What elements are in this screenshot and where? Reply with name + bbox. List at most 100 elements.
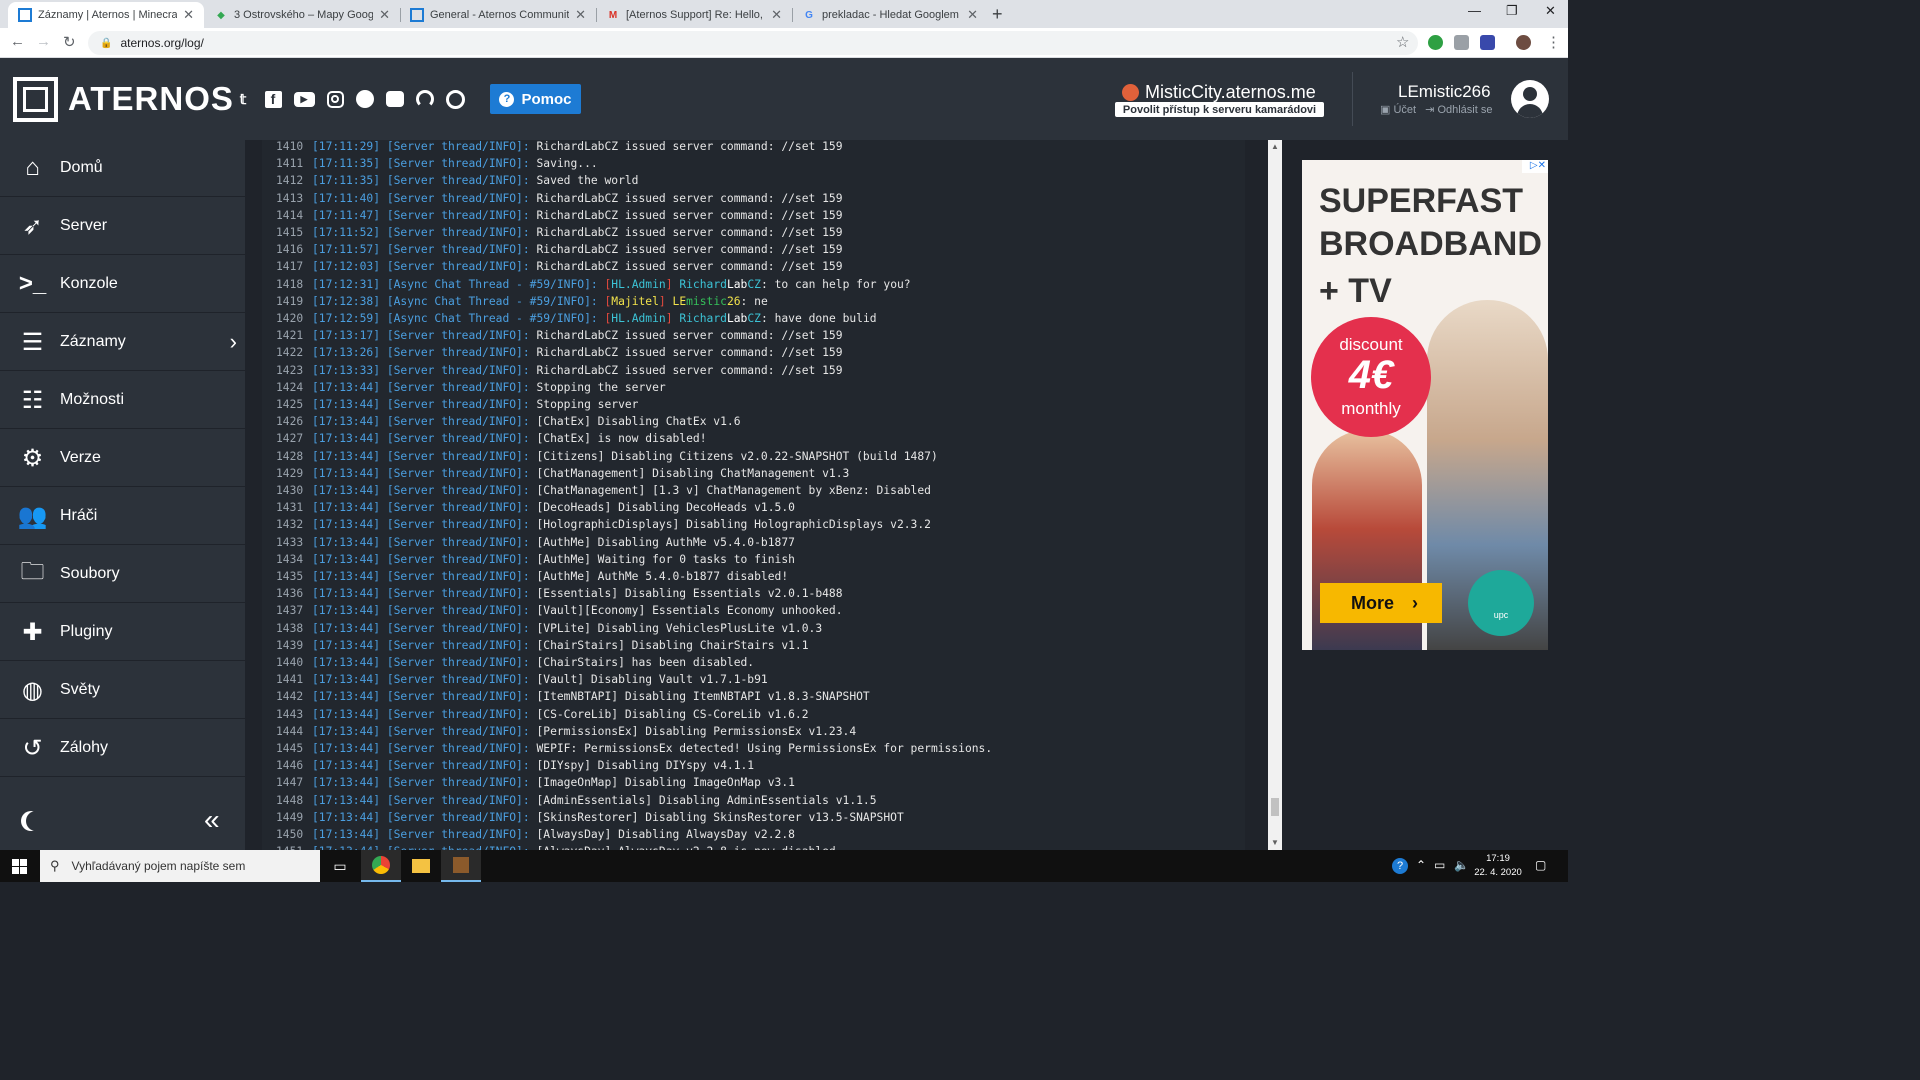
log-line: 1449 [17:13:44] [Server thread/INFO]: [Sk… [262, 809, 1245, 826]
sidebar-item-logs[interactable]: ☰ Záznamy › [0, 314, 245, 371]
log-thread: [Server thread/INFO]: [386, 707, 537, 721]
log-scrollbar[interactable]: ▲ ▼ [1268, 140, 1282, 850]
network-icon[interactable]: ▭ [1434, 858, 1445, 872]
forward-icon[interactable]: → [36, 33, 51, 50]
log-line: 1441 [17:13:44] [Server thread/INFO]: [Va… [262, 671, 1245, 688]
log-text: [HolographicDisplays] Disabling Holograp… [536, 518, 931, 532]
log-timestamp: [17:13:44] [312, 604, 387, 618]
log-line-number: 1443 [276, 707, 304, 721]
facebook-icon[interactable]: f [262, 88, 284, 110]
log-message: [17:11:52] [Server thread/INFO]: Richard… [312, 224, 843, 241]
browser-tab[interactable]: ◆ 3 Ostrovského – Mapy Google ✕ [204, 2, 400, 28]
log-timestamp: [17:12:59] [312, 312, 387, 325]
log-text: [ImageOnMap] Disabling ImageOnMap v3.1 [536, 776, 795, 790]
file-explorer-icon[interactable] [401, 850, 441, 882]
reddit-icon[interactable] [354, 88, 376, 110]
sidebar-item-options[interactable]: ☷ Možnosti [0, 372, 245, 429]
chevron-up-icon[interactable]: ⌃ [1416, 858, 1426, 872]
chat-segment: Richard [672, 312, 727, 325]
sidebar-item-players[interactable]: 👥 Hráči [0, 488, 245, 545]
sidebar-item-worlds[interactable]: ◍ Světy [0, 662, 245, 719]
close-icon[interactable]: ✕ [575, 7, 586, 23]
menu-icon[interactable]: ⋮ [1546, 33, 1561, 51]
sidebar-item-plugins[interactable]: ✚ Pluginy [0, 604, 245, 661]
instagram-icon[interactable] [324, 88, 346, 110]
gmail-icon: M [608, 9, 618, 21]
extension-icon[interactable] [1480, 35, 1495, 50]
extension-icon[interactable] [1454, 35, 1469, 50]
scroll-up-icon[interactable]: ▲ [1271, 142, 1279, 151]
help-button[interactable]: ? Pomoc [490, 84, 581, 114]
log-line: 1443 [17:13:44] [Server thread/INFO]: [CS… [262, 706, 1245, 723]
log-timestamp: [17:13:44] [312, 742, 387, 755]
log-line-number: 1422 [276, 346, 304, 360]
restore-button[interactable]: ❐ [1506, 3, 1518, 19]
sidebar-item-home[interactable]: ⌂ Domů [0, 140, 245, 197]
twitter-icon[interactable]: 𝕥 [232, 88, 254, 110]
back-icon[interactable]: ← [10, 33, 25, 50]
scroll-down-icon[interactable]: ▼ [1271, 838, 1279, 847]
log-line: 1438 [17:13:44] [Server thread/INFO]: [VP… [262, 620, 1245, 637]
windows-start-icon[interactable] [12, 859, 27, 874]
log-line: 1413 [17:11:40] [Server thread/INFO]: Ric… [262, 190, 1245, 207]
log-message: [17:12:38] [Async Chat Thread - #59/INFO… [312, 293, 768, 310]
minimize-button[interactable]: — [1468, 3, 1481, 18]
server-address[interactable]: MisticCity.aternos.me [1122, 82, 1316, 103]
sidebar-item-console[interactable]: >_ Konzole [0, 256, 245, 313]
sidebar-item-server[interactable]: ➶ Server [0, 198, 245, 255]
log-message: [17:13:44] [Server thread/INFO]: [Essent… [312, 585, 843, 602]
moon-icon[interactable] [26, 811, 46, 831]
scroll-thumb[interactable] [1271, 798, 1279, 816]
log-line: 1444 [17:13:44] [Server thread/INFO]: [Pe… [262, 723, 1245, 740]
browser-tab[interactable]: M [Aternos Support] Re: Hello, my ✕ [596, 2, 792, 28]
log-text: RichardLabCZ issued server command: //se… [536, 346, 843, 360]
close-icon[interactable]: ✕ [771, 7, 782, 23]
extension-icon[interactable] [1428, 35, 1443, 50]
friend-access-button[interactable]: Povolit přístup k serveru kamarádovi [1115, 102, 1324, 117]
bookmark-star-icon[interactable]: ☆ [1396, 33, 1409, 51]
sidebar-item-backups[interactable]: ↺ Zálohy [0, 720, 245, 777]
url-input[interactable]: 🔒 aternos.org/log/ [88, 31, 1418, 55]
log-line-number: 1418 [276, 277, 304, 291]
log-timestamp: [17:13:44] [312, 570, 387, 583]
youtube-icon[interactable]: ▶ [293, 88, 315, 110]
taskbar-search-input[interactable]: ⚲ Vyhľadávaný pojem napíšte sem [40, 850, 320, 882]
logout-link[interactable]: Odhlásit se [1437, 104, 1492, 116]
sidebar-item-versions[interactable]: ⚙ Verze [0, 430, 245, 487]
headset-icon[interactable] [414, 88, 436, 110]
log-text: RichardLabCZ issued server command: //se… [536, 191, 843, 205]
task-view-icon[interactable]: ▭ [320, 850, 360, 882]
close-icon[interactable]: ✕ [967, 7, 978, 23]
log-thread: [Server thread/INFO]: [386, 518, 537, 532]
close-icon[interactable]: ✕ [183, 7, 194, 23]
chrome-taskbar-icon[interactable] [361, 850, 401, 882]
help-tray-icon[interactable]: ? [1392, 858, 1408, 874]
account-link[interactable]: Účet [1393, 104, 1416, 116]
reload-icon[interactable]: ↻ [63, 33, 76, 51]
advertisement[interactable]: ▷✕ SUPERFAST BROADBAND + TV discount 4€ … [1302, 160, 1548, 650]
close-icon[interactable]: ✕ [379, 7, 390, 23]
log-text: [Essentials] Disabling Essentials v2.0.1… [536, 587, 843, 601]
taskbar-clock[interactable]: 17:19 22. 4. 2020 [1466, 852, 1530, 880]
ad-choices-icon[interactable]: ▷✕ [1522, 160, 1548, 173]
browser-tab[interactable]: G prekladac - Hledat Googlem ✕ [792, 2, 988, 28]
new-tab-button[interactable]: + [992, 4, 1003, 25]
ad-more-button[interactable]: More › [1320, 583, 1442, 623]
profile-avatar[interactable] [1516, 35, 1531, 50]
notifications-icon[interactable]: ▢ [1535, 858, 1546, 872]
avatar[interactable] [1511, 80, 1549, 118]
collapse-sidebar-icon[interactable]: « [204, 804, 220, 836]
close-window-button[interactable]: ✕ [1545, 3, 1556, 19]
discord-icon[interactable] [384, 88, 406, 110]
log-line: 1451[17:13:44] [Server thread/INFO]: [Al… [262, 843, 1245, 850]
aternos-logo-icon[interactable] [13, 77, 58, 122]
browser-tab[interactable]: General - Aternos Community Fo ✕ [400, 2, 596, 28]
log-console[interactable]: 1410 [17:11:29] [Server thread/INFO]: Ric… [262, 140, 1245, 850]
log-timestamp: [17:13:44] [312, 380, 387, 394]
minecraft-taskbar-icon[interactable] [441, 850, 481, 882]
github-icon[interactable] [444, 88, 466, 110]
browser-tab[interactable]: Záznamy | Aternos | Minecraft Se ✕ [8, 2, 204, 28]
brand-name[interactable]: ATERNOS [68, 80, 234, 118]
sidebar-item-files[interactable]: 🗀 Soubory [0, 546, 245, 603]
log-message: [17:13:44] [Server thread/INFO]: Stoppin… [312, 396, 639, 413]
